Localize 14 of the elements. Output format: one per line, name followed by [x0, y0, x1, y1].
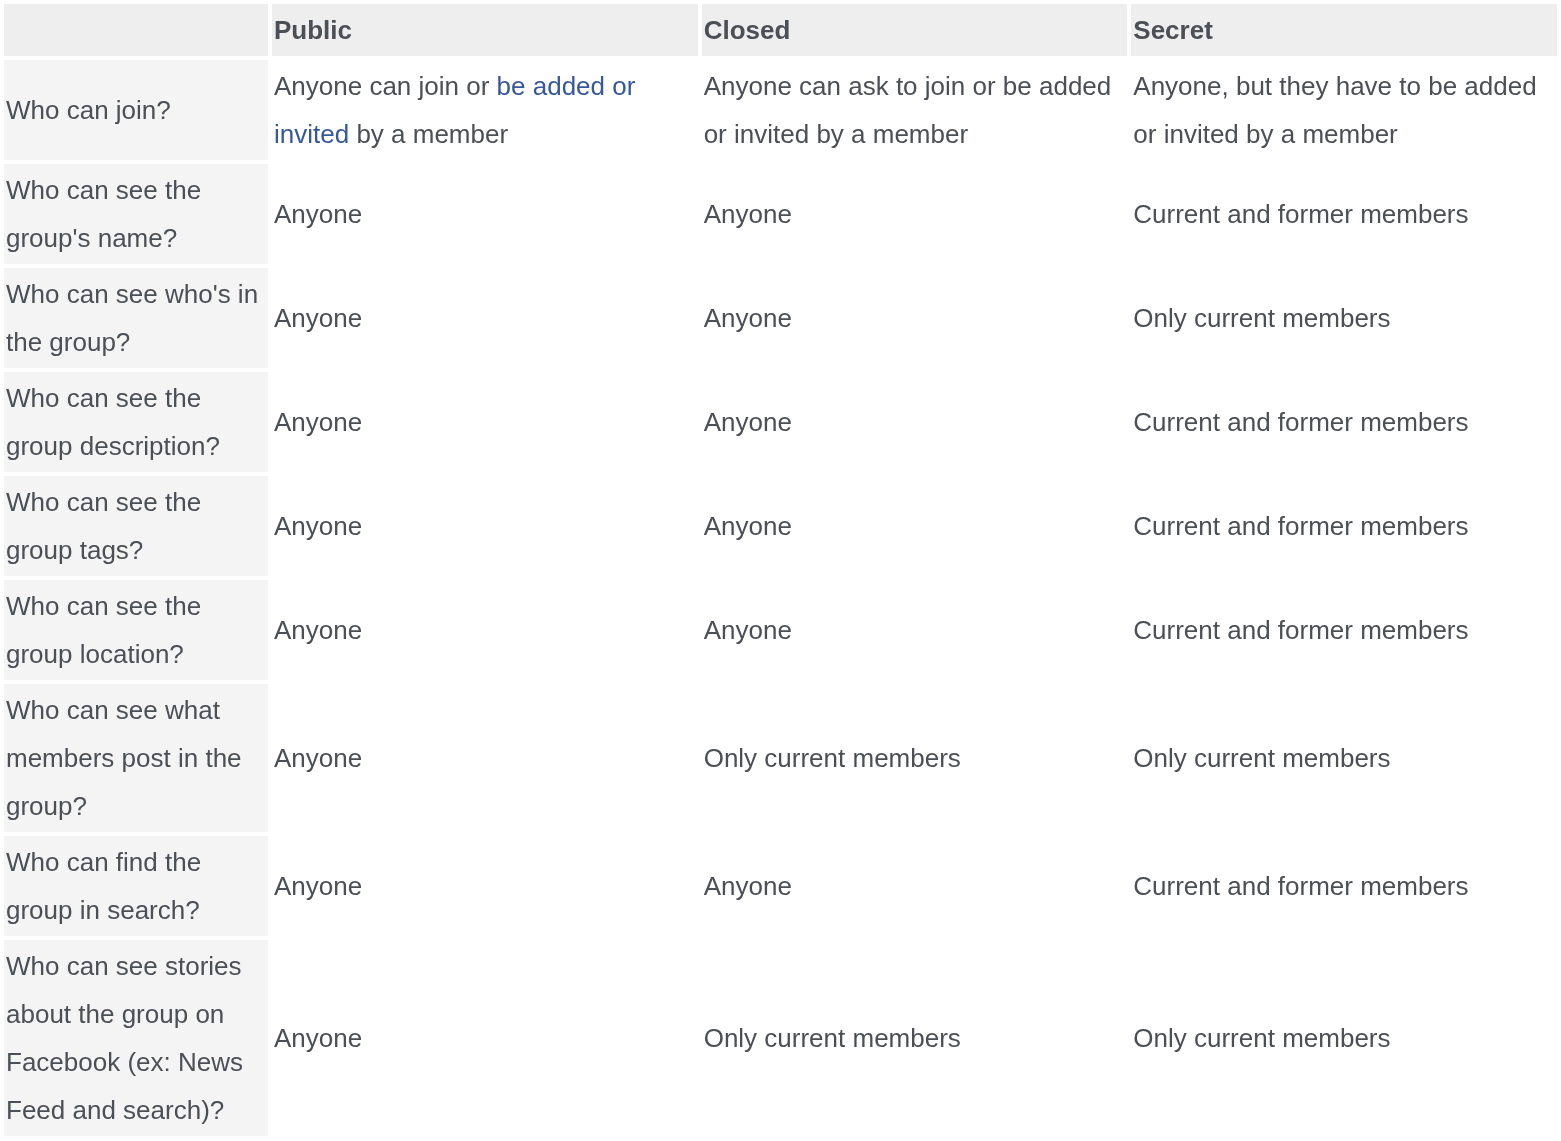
column-header: Secret: [1131, 4, 1557, 56]
row-header: Who can see what members post in the group?: [4, 684, 268, 832]
row-header: Who can see the group tags?: [4, 476, 268, 576]
row-header: Who can see the group's name?: [4, 164, 268, 264]
row-header: Who can see who's in the group?: [4, 268, 268, 368]
text-link[interactable]: invited: [274, 119, 350, 149]
column-header: Public: [272, 4, 698, 56]
row-header: Who can see stories about the group on Facebook (ex: News Feed and search)?: [4, 940, 268, 1136]
row-header: Who can join?: [4, 60, 268, 160]
text-link[interactable]: be added or: [496, 71, 636, 101]
row-header: Who can see the group location?: [4, 580, 268, 680]
row-header: Who can find the group in search?: [4, 836, 268, 936]
row-header: Who can see the group description?: [4, 372, 268, 472]
column-header: Closed: [701, 4, 1128, 56]
